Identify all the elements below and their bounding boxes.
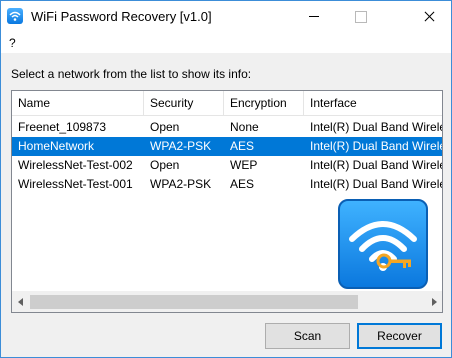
minimize-button[interactable]	[291, 1, 337, 31]
menu-bar: ?	[1, 31, 451, 53]
instructions-label: Select a network from the list to show i…	[11, 67, 252, 81]
scroll-left-arrow-icon[interactable]	[12, 292, 29, 312]
scrollbar-thumb[interactable]	[30, 295, 358, 309]
cell-security: Open	[150, 158, 180, 172]
close-button[interactable]	[405, 1, 451, 31]
title-bar[interactable]: WiFi Password Recovery [v1.0]	[1, 1, 451, 31]
cell-encryption: WEP	[230, 158, 258, 172]
cell-name: WirelessNet-Test-001	[18, 177, 133, 191]
horizontal-scrollbar[interactable]	[12, 291, 442, 312]
list-row[interactable]: WirelessNet-Test-002 Open WEP Intel(R) D…	[12, 156, 442, 175]
column-header-interface[interactable]: Interface	[304, 91, 442, 116]
cell-security: WPA2-PSK	[150, 177, 212, 191]
cell-encryption: AES	[230, 177, 255, 191]
cell-name: HomeNetwork	[18, 139, 95, 153]
scroll-right-arrow-icon[interactable]	[425, 292, 442, 312]
cell-security: WPA2-PSK	[150, 139, 212, 153]
column-header-encryption[interactable]: Encryption	[224, 91, 304, 116]
recover-button[interactable]: Recover	[357, 323, 442, 349]
wifi-app-icon	[7, 8, 23, 24]
cell-interface: Intel(R) Dual Band Wireless	[310, 120, 442, 134]
list-row-selected[interactable]: HomeNetwork WPA2-PSK AES Intel(R) Dual B…	[12, 137, 442, 156]
cell-interface: Intel(R) Dual Band Wireless	[310, 139, 442, 153]
maximize-button[interactable]	[337, 1, 383, 31]
list-header: Name Security Encryption Interface	[12, 91, 442, 116]
column-header-security[interactable]: Security	[144, 91, 224, 116]
cell-interface: Intel(R) Dual Band Wireless	[310, 158, 442, 172]
cell-interface: Intel(R) Dual Band Wireless	[310, 177, 442, 191]
column-header-name[interactable]: Name	[12, 91, 144, 116]
cell-encryption: AES	[230, 139, 255, 153]
cell-encryption: None	[230, 120, 259, 134]
scan-button[interactable]: Scan	[265, 323, 350, 349]
cell-name: WirelessNet-Test-002	[18, 158, 133, 172]
list-row[interactable]: Freenet_109873 Open None Intel(R) Dual B…	[12, 118, 442, 137]
network-list[interactable]: Name Security Encryption Interface Freen…	[11, 90, 443, 313]
wifi-key-logo-icon	[338, 199, 428, 289]
app-window: WiFi Password Recovery [v1.0] ? Select a…	[0, 0, 452, 358]
window-title: WiFi Password Recovery [v1.0]	[31, 9, 212, 24]
list-row[interactable]: WirelessNet-Test-001 WPA2-PSK AES Intel(…	[12, 175, 442, 194]
cell-name: Freenet_109873	[18, 120, 107, 134]
cell-security: Open	[150, 120, 180, 134]
menu-help[interactable]: ?	[9, 36, 16, 50]
